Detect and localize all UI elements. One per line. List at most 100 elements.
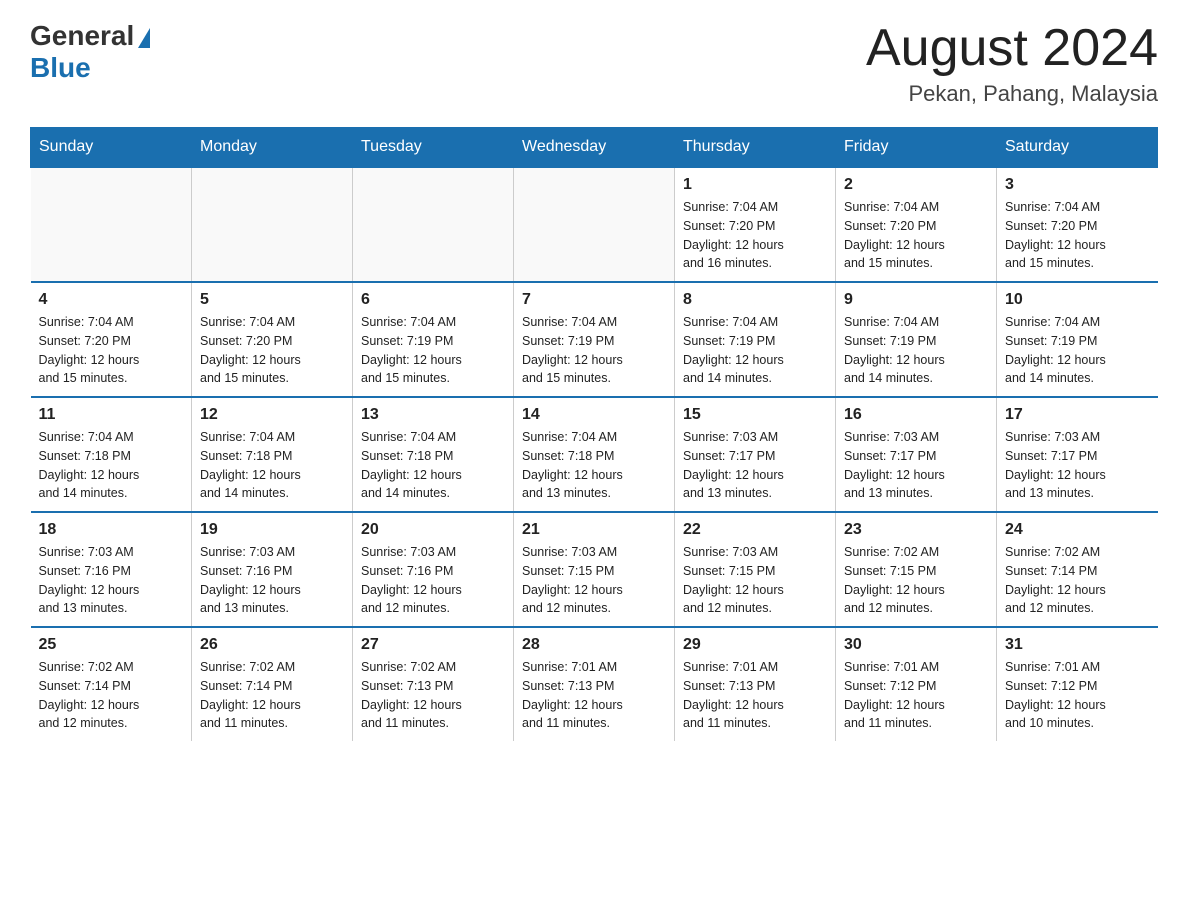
header-row: SundayMondayTuesdayWednesdayThursdayFrid…	[31, 128, 1158, 168]
day-number: 10	[1005, 291, 1150, 309]
day-number: 4	[39, 291, 184, 309]
day-info: Sunrise: 7:04 AM Sunset: 7:18 PM Dayligh…	[200, 428, 344, 503]
day-cell: 13Sunrise: 7:04 AM Sunset: 7:18 PM Dayli…	[353, 397, 514, 512]
day-number: 15	[683, 406, 827, 424]
day-cell: 8Sunrise: 7:04 AM Sunset: 7:19 PM Daylig…	[675, 282, 836, 397]
header-cell-monday: Monday	[192, 128, 353, 168]
day-number: 2	[844, 176, 988, 194]
day-info: Sunrise: 7:03 AM Sunset: 7:15 PM Dayligh…	[683, 543, 827, 618]
title-block: August 2024 Pekan, Pahang, Malaysia	[866, 20, 1158, 107]
day-info: Sunrise: 7:03 AM Sunset: 7:17 PM Dayligh…	[1005, 428, 1150, 503]
day-cell: 30Sunrise: 7:01 AM Sunset: 7:12 PM Dayli…	[836, 627, 997, 741]
day-info: Sunrise: 7:04 AM Sunset: 7:19 PM Dayligh…	[361, 313, 505, 388]
day-cell: 15Sunrise: 7:03 AM Sunset: 7:17 PM Dayli…	[675, 397, 836, 512]
day-info: Sunrise: 7:02 AM Sunset: 7:15 PM Dayligh…	[844, 543, 988, 618]
day-number: 26	[200, 636, 344, 654]
day-cell: 6 Sunrise: 7:04 AM Sunset: 7:19 PM Daylig…	[353, 282, 514, 397]
day-info: Sunrise: 7:01 AM Sunset: 7:13 PM Dayligh…	[522, 658, 666, 733]
day-cell: 28 Sunrise: 7:01 AM Sunset: 7:13 PM Dayli…	[514, 627, 675, 741]
logo-blue-text: Blue	[30, 52, 91, 84]
day-cell: 26 Sunrise: 7:02 AM Sunset: 7:14 PM Dayli…	[192, 627, 353, 741]
day-cell: 24 Sunrise: 7:02 AM Sunset: 7:14 PM Dayli…	[997, 512, 1158, 627]
day-info: Sunrise: 7:03 AM Sunset: 7:15 PM Dayligh…	[522, 543, 666, 618]
day-number: 6	[361, 291, 505, 309]
day-cell: 2 Sunrise: 7:04 AM Sunset: 7:20 PM Daylig…	[836, 167, 997, 282]
day-cell: 18 Sunrise: 7:03 AM Sunset: 7:16 PM Dayli…	[31, 512, 192, 627]
day-info: Sunrise: 7:04 AM Sunset: 7:19 PM Dayligh…	[844, 313, 988, 388]
day-cell: 20 Sunrise: 7:03 AM Sunset: 7:16 PM Dayli…	[353, 512, 514, 627]
day-cell: 14 Sunrise: 7:04 AM Sunset: 7:18 PM Dayli…	[514, 397, 675, 512]
day-cell: 23 Sunrise: 7:02 AM Sunset: 7:15 PM Dayli…	[836, 512, 997, 627]
week-row-1: 1 Sunrise: 7:04 AM Sunset: 7:20 PM Daylig…	[31, 167, 1158, 282]
day-info: Sunrise: 7:04 AM Sunset: 7:18 PM Dayligh…	[361, 428, 505, 503]
header-cell-thursday: Thursday	[675, 128, 836, 168]
day-cell: 4 Sunrise: 7:04 AM Sunset: 7:20 PM Daylig…	[31, 282, 192, 397]
page-header: General Blue August 2024 Pekan, Pahang, …	[30, 20, 1158, 107]
calendar-table: SundayMondayTuesdayWednesdayThursdayFrid…	[30, 127, 1158, 741]
day-cell	[31, 167, 192, 282]
day-number: 24	[1005, 521, 1150, 539]
day-cell: 11 Sunrise: 7:04 AM Sunset: 7:18 PM Dayli…	[31, 397, 192, 512]
day-number: 14	[522, 406, 666, 424]
week-row-5: 25 Sunrise: 7:02 AM Sunset: 7:14 PM Dayli…	[31, 627, 1158, 741]
day-cell: 7 Sunrise: 7:04 AM Sunset: 7:19 PM Daylig…	[514, 282, 675, 397]
day-info: Sunrise: 7:02 AM Sunset: 7:14 PM Dayligh…	[39, 658, 184, 733]
day-info: Sunrise: 7:04 AM Sunset: 7:18 PM Dayligh…	[522, 428, 666, 503]
day-number: 16	[844, 406, 988, 424]
day-number: 27	[361, 636, 505, 654]
day-info: Sunrise: 7:04 AM Sunset: 7:18 PM Dayligh…	[39, 428, 184, 503]
day-cell: 17 Sunrise: 7:03 AM Sunset: 7:17 PM Dayli…	[997, 397, 1158, 512]
day-cell: 12 Sunrise: 7:04 AM Sunset: 7:18 PM Dayli…	[192, 397, 353, 512]
day-number: 12	[200, 406, 344, 424]
week-row-2: 4 Sunrise: 7:04 AM Sunset: 7:20 PM Daylig…	[31, 282, 1158, 397]
day-cell: 10Sunrise: 7:04 AM Sunset: 7:19 PM Dayli…	[997, 282, 1158, 397]
day-info: Sunrise: 7:04 AM Sunset: 7:20 PM Dayligh…	[844, 198, 988, 273]
day-info: Sunrise: 7:02 AM Sunset: 7:14 PM Dayligh…	[200, 658, 344, 733]
day-number: 17	[1005, 406, 1150, 424]
day-cell: 25 Sunrise: 7:02 AM Sunset: 7:14 PM Dayli…	[31, 627, 192, 741]
day-cell	[192, 167, 353, 282]
header-cell-wednesday: Wednesday	[514, 128, 675, 168]
day-cell: 1Sunrise: 7:04 AM Sunset: 7:20 PM Daylig…	[675, 167, 836, 282]
day-info: Sunrise: 7:03 AM Sunset: 7:17 PM Dayligh…	[844, 428, 988, 503]
week-row-3: 11 Sunrise: 7:04 AM Sunset: 7:18 PM Dayli…	[31, 397, 1158, 512]
day-cell: 31Sunrise: 7:01 AM Sunset: 7:12 PM Dayli…	[997, 627, 1158, 741]
day-cell: 9 Sunrise: 7:04 AM Sunset: 7:19 PM Daylig…	[836, 282, 997, 397]
day-number: 19	[200, 521, 344, 539]
location-title: Pekan, Pahang, Malaysia	[866, 81, 1158, 107]
day-cell: 3Sunrise: 7:04 AM Sunset: 7:20 PM Daylig…	[997, 167, 1158, 282]
day-cell	[514, 167, 675, 282]
day-info: Sunrise: 7:02 AM Sunset: 7:13 PM Dayligh…	[361, 658, 505, 733]
calendar-body: 1 Sunrise: 7:04 AM Sunset: 7:20 PM Daylig…	[31, 167, 1158, 741]
day-number: 23	[844, 521, 988, 539]
day-info: Sunrise: 7:04 AM Sunset: 7:20 PM Dayligh…	[1005, 198, 1150, 273]
day-info: Sunrise: 7:04 AM Sunset: 7:19 PM Dayligh…	[522, 313, 666, 388]
day-info: Sunrise: 7:04 AM Sunset: 7:20 PM Dayligh…	[200, 313, 344, 388]
day-number: 11	[39, 406, 184, 424]
day-info: Sunrise: 7:01 AM Sunset: 7:12 PM Dayligh…	[1005, 658, 1150, 733]
logo-general-text: General	[30, 20, 134, 52]
day-number: 28	[522, 636, 666, 654]
day-number: 7	[522, 291, 666, 309]
day-number: 1	[683, 176, 827, 194]
logo: General Blue	[30, 20, 150, 84]
day-info: Sunrise: 7:01 AM Sunset: 7:12 PM Dayligh…	[844, 658, 988, 733]
calendar-header: SundayMondayTuesdayWednesdayThursdayFrid…	[31, 128, 1158, 168]
day-cell: 29Sunrise: 7:01 AM Sunset: 7:13 PM Dayli…	[675, 627, 836, 741]
day-number: 25	[39, 636, 184, 654]
day-info: Sunrise: 7:03 AM Sunset: 7:16 PM Dayligh…	[361, 543, 505, 618]
day-cell: 16 Sunrise: 7:03 AM Sunset: 7:17 PM Dayli…	[836, 397, 997, 512]
day-number: 20	[361, 521, 505, 539]
day-info: Sunrise: 7:04 AM Sunset: 7:20 PM Dayligh…	[39, 313, 184, 388]
day-number: 18	[39, 521, 184, 539]
header-cell-sunday: Sunday	[31, 128, 192, 168]
day-info: Sunrise: 7:02 AM Sunset: 7:14 PM Dayligh…	[1005, 543, 1150, 618]
day-cell: 22Sunrise: 7:03 AM Sunset: 7:15 PM Dayli…	[675, 512, 836, 627]
day-number: 8	[683, 291, 827, 309]
day-number: 9	[844, 291, 988, 309]
day-cell	[353, 167, 514, 282]
day-cell: 19Sunrise: 7:03 AM Sunset: 7:16 PM Dayli…	[192, 512, 353, 627]
header-cell-saturday: Saturday	[997, 128, 1158, 168]
day-info: Sunrise: 7:03 AM Sunset: 7:16 PM Dayligh…	[39, 543, 184, 618]
header-cell-friday: Friday	[836, 128, 997, 168]
